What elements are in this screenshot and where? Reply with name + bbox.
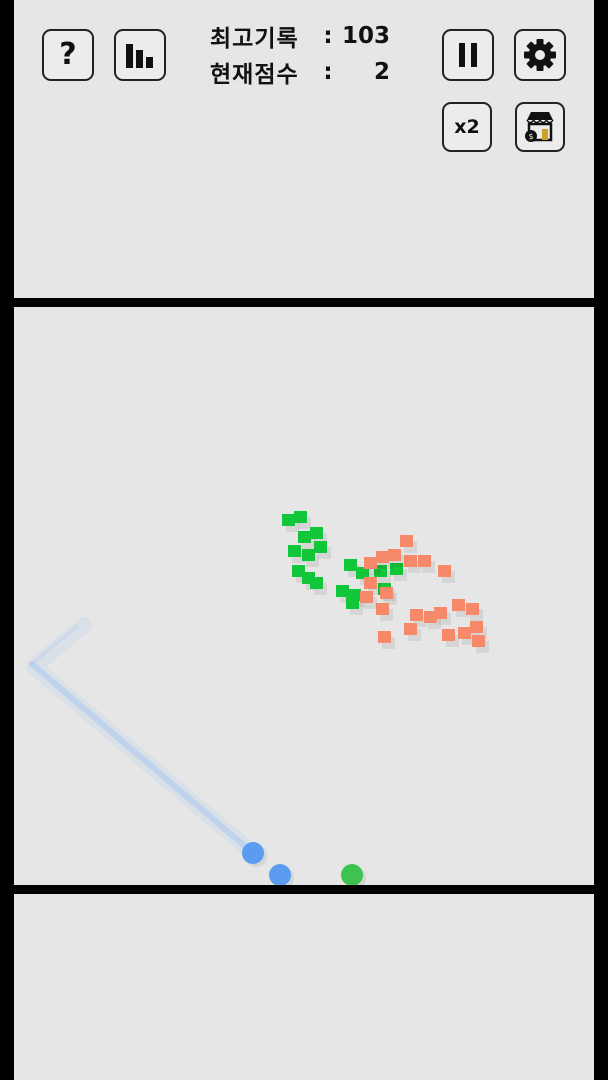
question-mark-icon: ? — [59, 37, 77, 72]
bottom-panel — [14, 894, 594, 1080]
shop-button[interactable]: $ — [515, 102, 565, 152]
green-block — [298, 531, 311, 543]
aim-trajectory-line — [29, 661, 257, 857]
orange-block — [472, 635, 485, 647]
orange-block — [470, 621, 483, 633]
settings-button[interactable] — [514, 29, 566, 81]
best-score-row: 최고기록 : 103 — [210, 18, 390, 54]
green-block — [314, 541, 327, 553]
orange-block — [434, 607, 447, 619]
score-board: 최고기록 : 103 현재점수 : 2 — [210, 18, 390, 90]
current-score-value: 2 — [373, 59, 390, 85]
orange-block — [458, 627, 471, 639]
orange-block — [360, 591, 373, 603]
orange-block — [400, 535, 413, 547]
best-score-value: 103 — [341, 23, 390, 49]
orange-block — [404, 623, 417, 635]
orange-block — [376, 603, 389, 615]
green-block — [302, 549, 315, 561]
svg-text:$: $ — [528, 132, 533, 141]
orange-block — [364, 577, 377, 589]
orange-block — [438, 565, 451, 577]
blue-ball — [242, 842, 264, 864]
orange-block — [410, 609, 423, 621]
orange-block — [388, 549, 401, 561]
gear-icon — [524, 39, 556, 71]
current-score-label: 현재점수 — [210, 62, 299, 88]
current-score-row: 현재점수 : 2 — [210, 54, 390, 90]
green-block — [310, 577, 323, 589]
multiplier-label: x2 — [454, 116, 480, 138]
green-ball — [341, 864, 363, 885]
shop-icon: $ — [525, 112, 554, 142]
current-score-colon: : — [323, 59, 333, 85]
pause-button[interactable] — [442, 29, 494, 81]
orange-block — [442, 629, 455, 641]
green-block — [344, 559, 357, 571]
blue-ball — [269, 864, 291, 885]
game-area[interactable] — [14, 307, 594, 885]
green-block — [294, 511, 307, 523]
orange-block — [378, 631, 391, 643]
bar-chart-icon — [126, 44, 153, 68]
orange-block — [404, 555, 417, 567]
best-score-colon: : — [323, 23, 333, 49]
green-block — [336, 585, 349, 597]
green-block — [310, 527, 323, 539]
green-block — [282, 514, 295, 526]
leaderboard-button[interactable] — [114, 29, 166, 81]
multiplier-button[interactable]: x2 — [442, 102, 492, 152]
green-block — [288, 545, 301, 557]
top-panel: ? 최고기록 : 103 현재점수 : 2 x2 $ — [14, 0, 594, 298]
orange-block — [376, 551, 389, 563]
aim-trajectory-glow — [26, 617, 262, 862]
game-canvas[interactable] — [14, 307, 594, 885]
orange-block — [418, 555, 431, 567]
orange-block — [380, 587, 393, 599]
help-button[interactable]: ? — [42, 29, 94, 81]
orange-block — [452, 599, 465, 611]
orange-block — [364, 557, 377, 569]
orange-block — [466, 603, 479, 615]
best-score-label: 최고기록 — [210, 26, 299, 52]
green-block — [346, 597, 359, 609]
pause-icon — [459, 43, 477, 67]
